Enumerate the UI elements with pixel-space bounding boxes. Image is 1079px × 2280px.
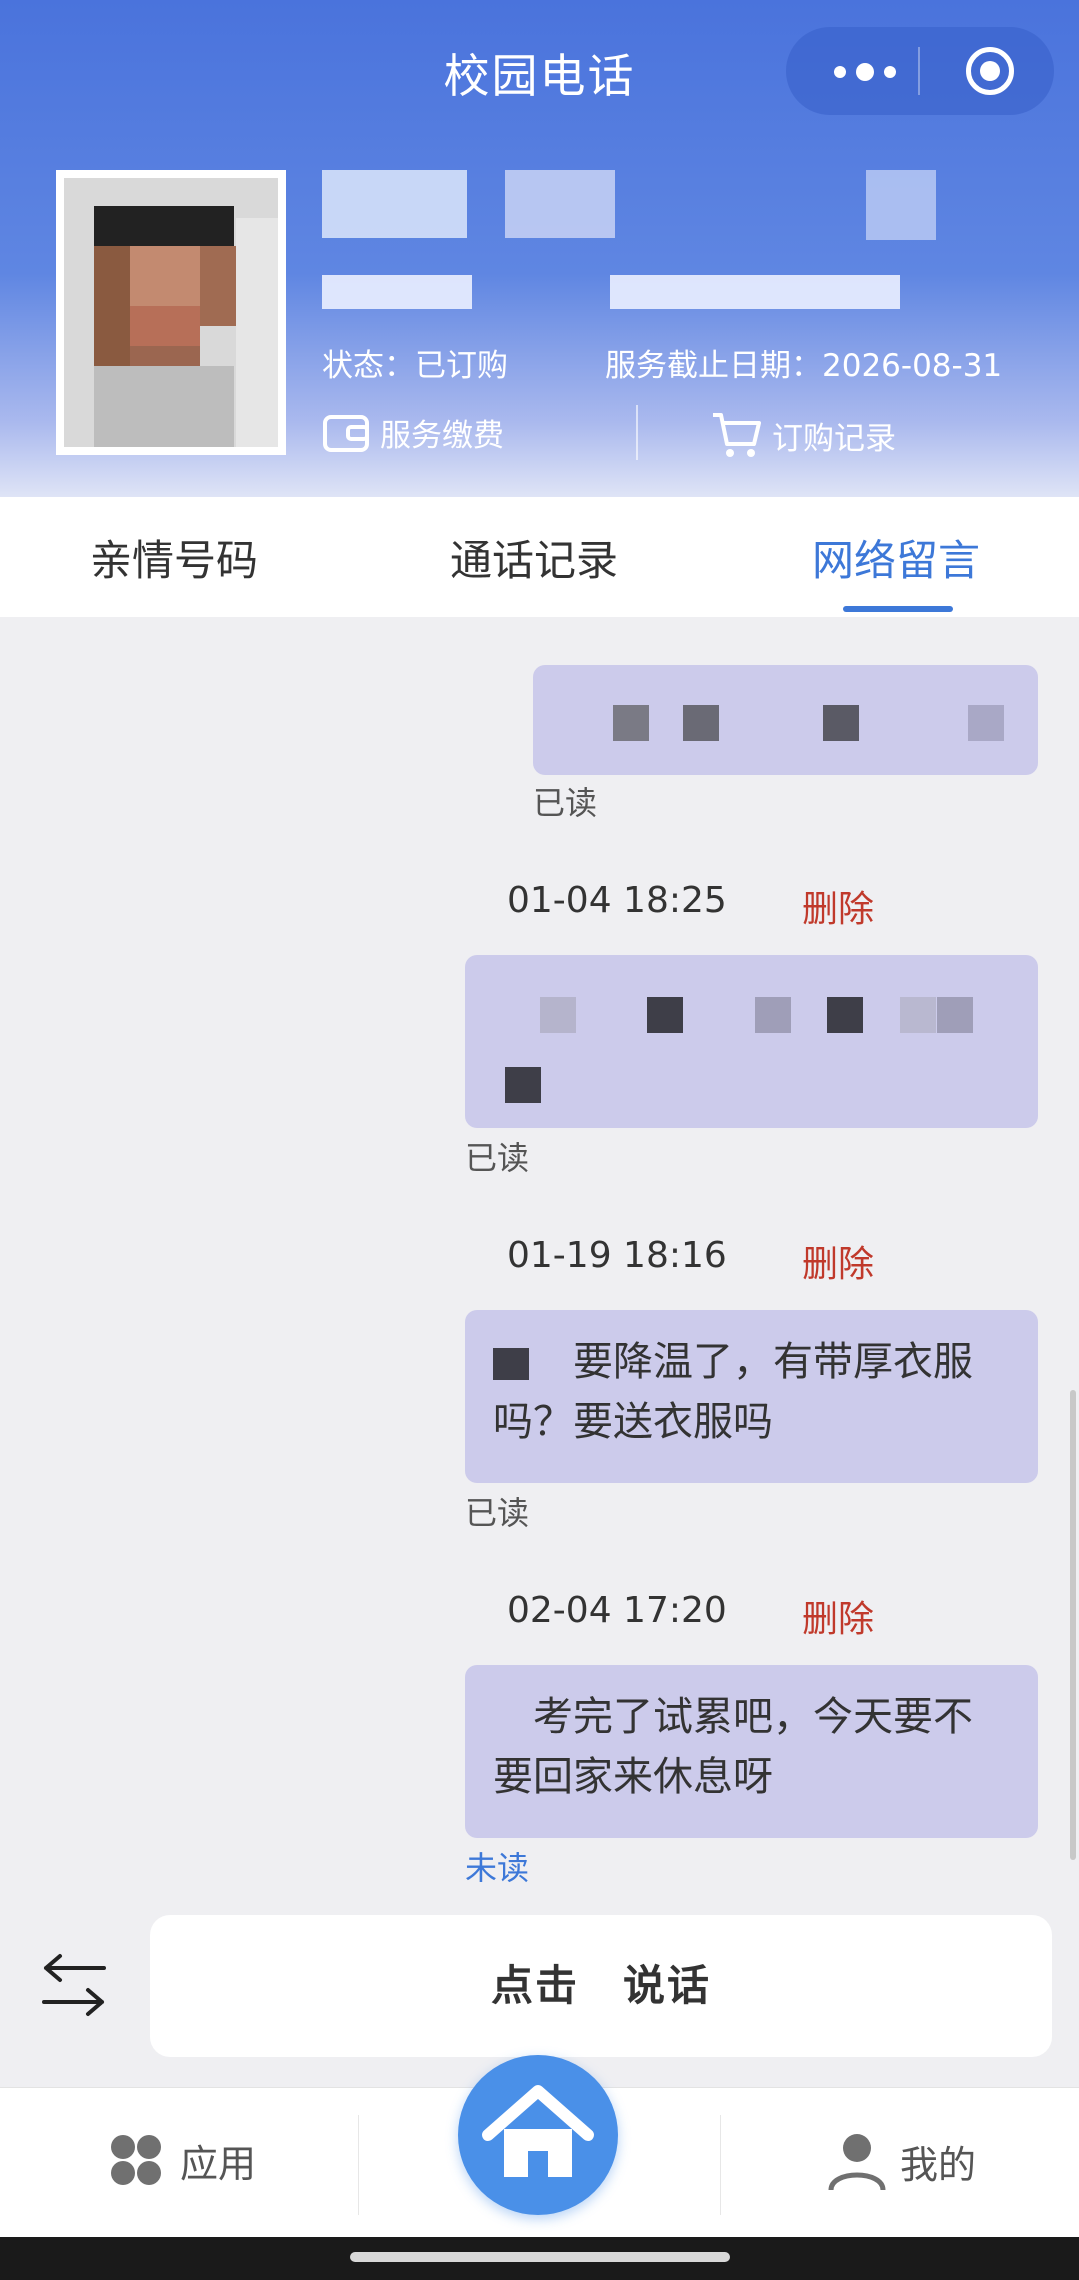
orders-button[interactable]: 订购记录 xyxy=(710,410,896,460)
nav-apps-label: 应用 xyxy=(180,2141,257,2186)
name-blurred-3 xyxy=(866,170,936,240)
class-blurred-2 xyxy=(610,275,900,309)
tab-family-numbers[interactable]: 亲情号码 xyxy=(90,527,258,588)
message-time: 01-19 18:16 xyxy=(507,1235,727,1276)
message-time: 01-04 18:25 xyxy=(507,880,727,921)
delete-button[interactable]: 删除 xyxy=(802,1235,874,1287)
pay-label: 服务缴费 xyxy=(380,418,504,454)
user-icon xyxy=(828,2134,886,2191)
delete-button[interactable]: 删除 xyxy=(802,880,874,932)
capsule-divider xyxy=(918,47,920,95)
home-button[interactable] xyxy=(458,2055,618,2215)
swap-arrows-icon[interactable] xyxy=(38,1950,110,2020)
message-time: 02-04 17:20 xyxy=(507,1590,727,1631)
name-blurred-2 xyxy=(505,170,615,238)
pay-button[interactable]: 服务缴费 xyxy=(322,410,504,455)
press-to-talk-button[interactable]: 点击 说话 xyxy=(150,1915,1052,2057)
read-status: 已读 xyxy=(465,1139,530,1177)
read-status: 已读 xyxy=(533,784,598,822)
nav-mine[interactable]: 我的 xyxy=(828,2130,976,2192)
message-text: 要降温了，有带厚衣服吗？要送衣服吗 xyxy=(493,1339,973,1445)
profile-header: 校园电话 状态：已订购 服务截止日期：2026-08-31 服务缴费 订购记录 xyxy=(0,0,1079,497)
nav-divider xyxy=(358,2115,359,2215)
tab-online-messages[interactable]: 网络留言 xyxy=(812,527,980,588)
more-dots-icon[interactable] xyxy=(822,53,922,89)
avatar xyxy=(56,170,286,455)
cart-icon xyxy=(713,413,761,457)
tab-bar: 亲情号码 通话记录 网络留言 xyxy=(0,497,1079,617)
mini-program-capsule xyxy=(786,27,1054,115)
apps-icon xyxy=(111,2135,161,2185)
delete-button[interactable]: 删除 xyxy=(802,1590,874,1642)
service-deadline: 服务截止日期：2026-08-31 xyxy=(605,348,1003,384)
action-divider xyxy=(636,405,638,460)
message-bubble[interactable]: 考完了试累吧，今天要不要回家来休息呀 xyxy=(465,1665,1038,1838)
message-bubble[interactable] xyxy=(533,665,1038,775)
read-status: 已读 xyxy=(465,1494,530,1532)
avatar-photo-pixelated xyxy=(64,178,278,447)
nav-divider xyxy=(720,2115,721,2215)
home-indicator[interactable] xyxy=(350,2252,730,2262)
message-text: 考完了试累吧，今天要不要回家来休息呀 xyxy=(493,1694,973,1800)
message-bubble[interactable]: 要降温了，有带厚衣服吗？要送衣服吗 xyxy=(465,1310,1038,1483)
message-bubble[interactable] xyxy=(465,955,1038,1128)
nav-apps[interactable]: 应用 xyxy=(106,2130,256,2190)
unread-status: 未读 xyxy=(465,1849,530,1887)
subscription-status: 状态：已订购 xyxy=(322,348,508,384)
scrollbar[interactable] xyxy=(1070,1390,1076,1860)
active-tab-indicator xyxy=(843,606,953,612)
orders-label: 订购记录 xyxy=(772,420,896,457)
wallet-icon xyxy=(323,414,369,452)
name-blurred xyxy=(322,170,467,238)
nav-mine-label: 我的 xyxy=(900,2142,977,2187)
tab-call-records[interactable]: 通话记录 xyxy=(450,527,618,588)
home-icon xyxy=(482,2085,594,2177)
class-blurred xyxy=(322,275,472,309)
target-close-icon[interactable] xyxy=(966,47,1014,95)
